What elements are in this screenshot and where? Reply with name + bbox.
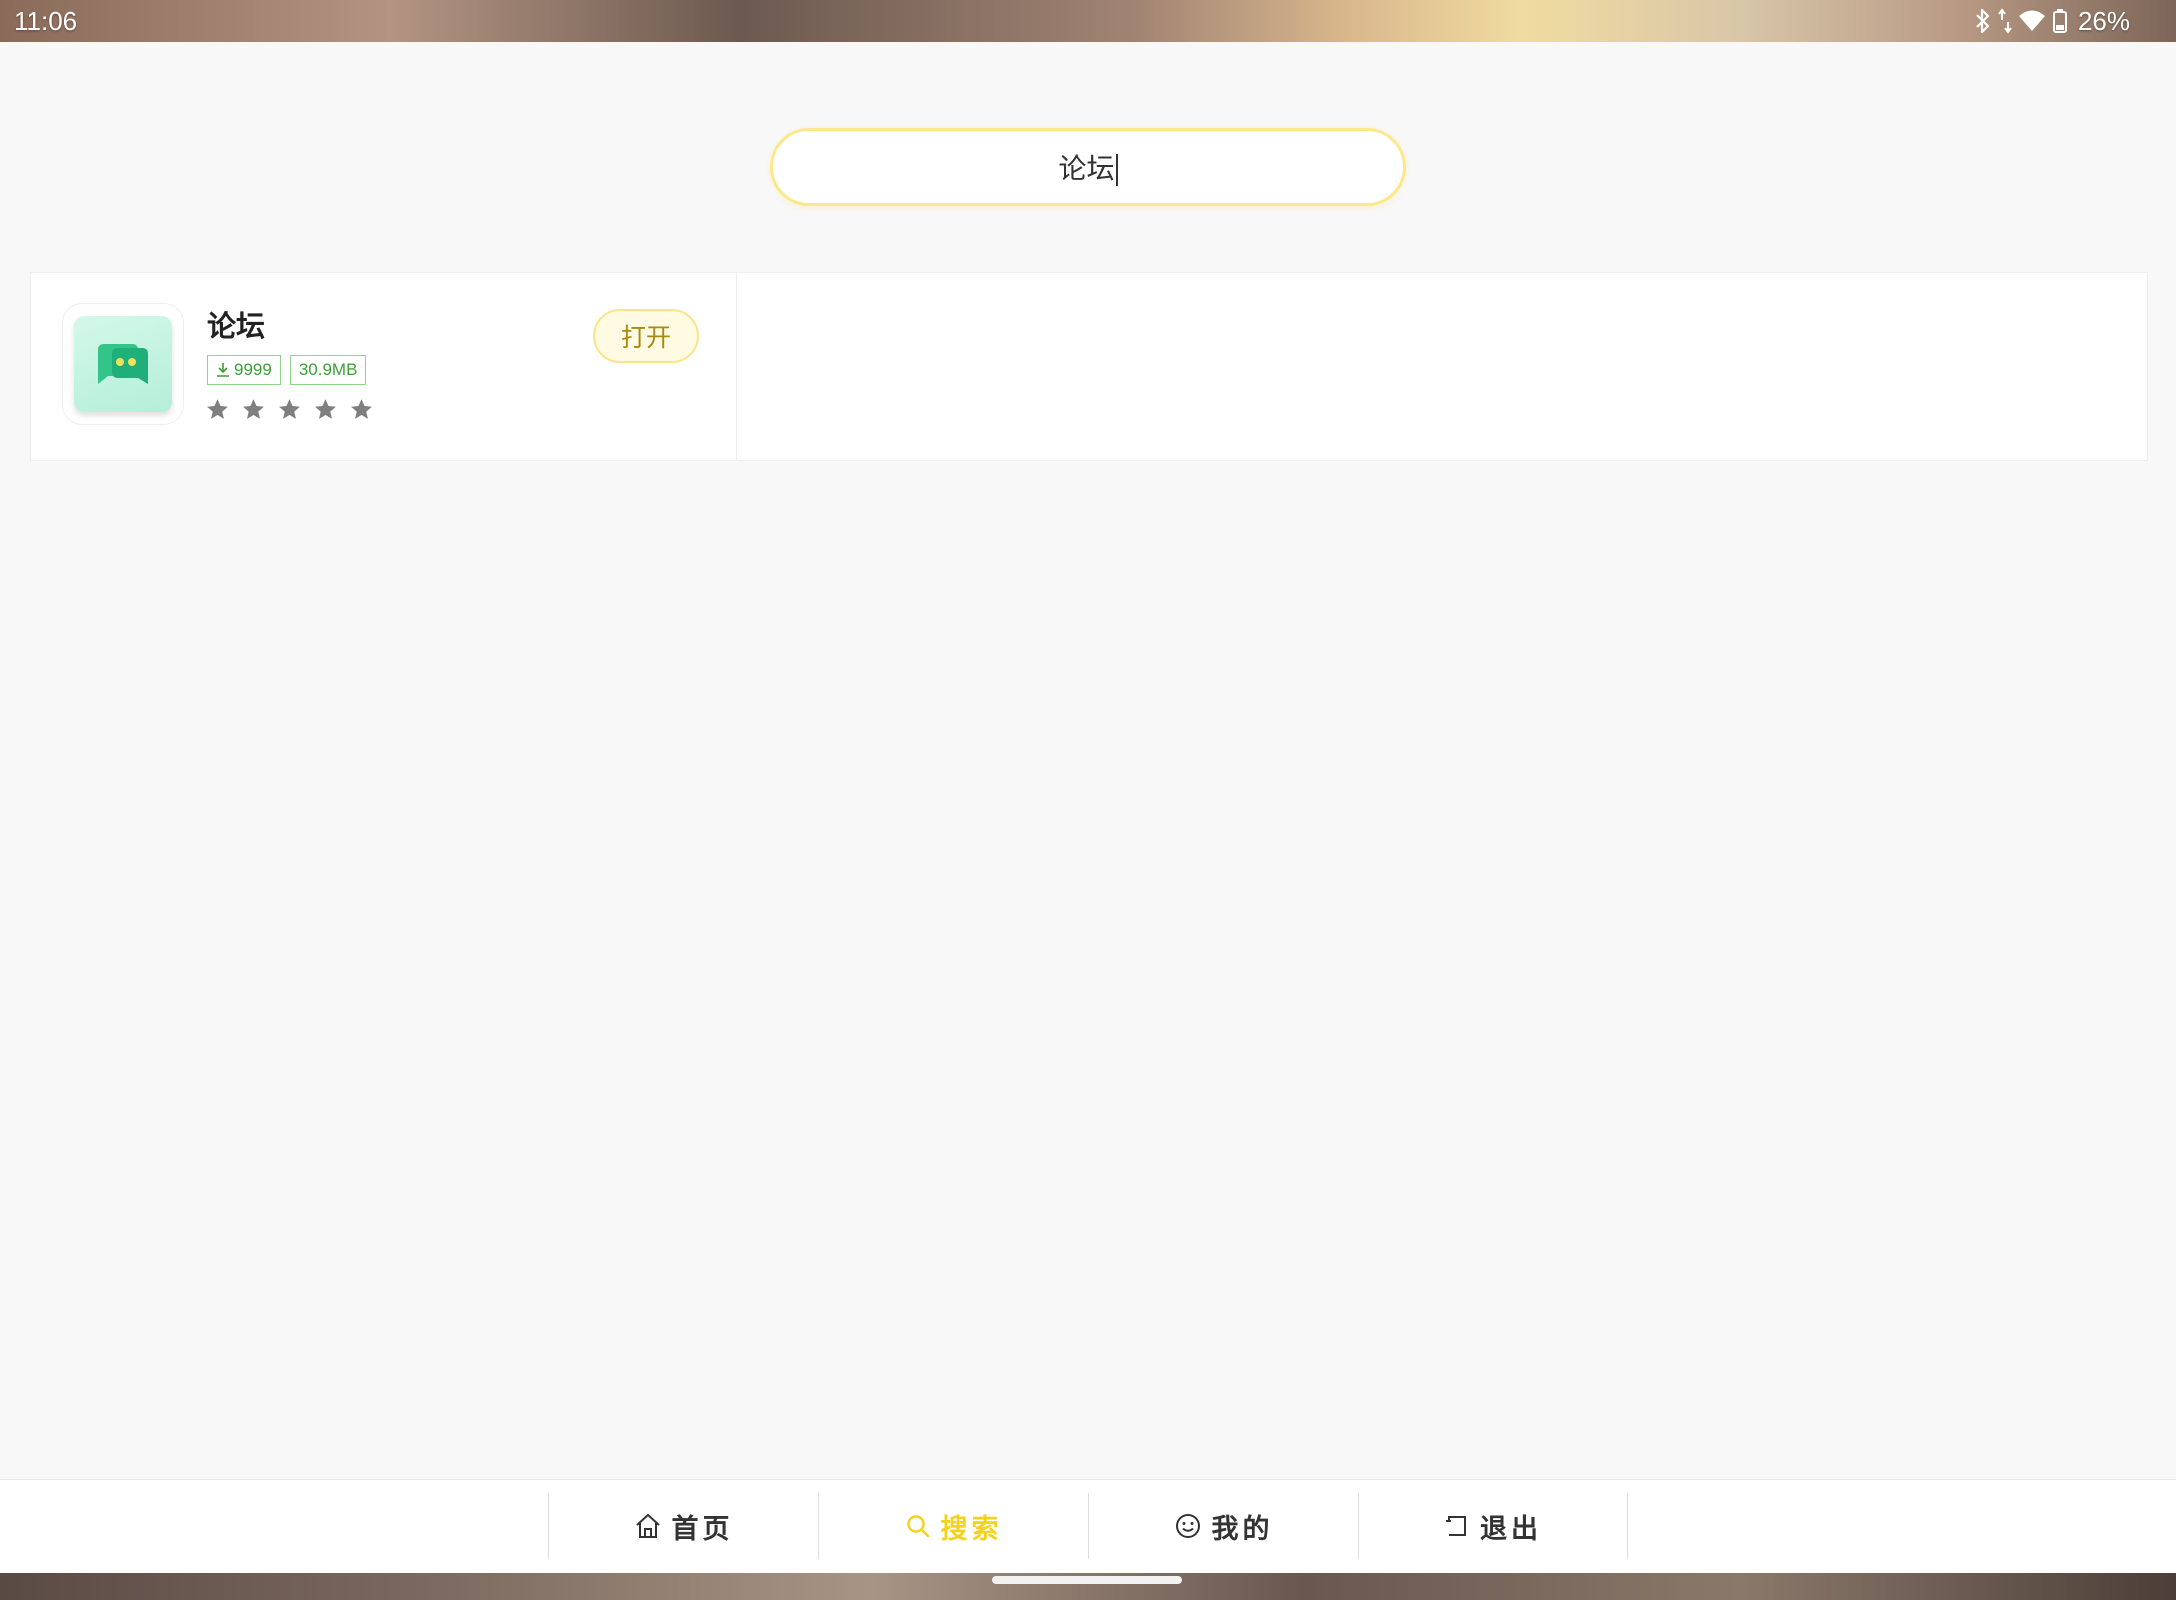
download-icon xyxy=(217,363,229,377)
star-icon xyxy=(279,399,300,419)
search-input-value: 论坛 xyxy=(1058,152,1115,185)
file-size-badge: 30.9MB xyxy=(289,355,367,385)
star-icon xyxy=(207,399,228,419)
file-size: 30.9MB xyxy=(298,360,358,379)
nav-item-search[interactable]: 搜索 xyxy=(818,1493,1088,1559)
data-arrows-icon xyxy=(1998,8,2012,34)
search-icon xyxy=(906,1515,929,1538)
star-icon xyxy=(315,399,336,419)
home-icon xyxy=(635,1513,660,1538)
battery-icon xyxy=(2052,9,2067,33)
star-icon xyxy=(351,399,372,419)
home-indicator[interactable] xyxy=(992,1576,1182,1584)
battery-percentage: 26% xyxy=(2077,5,2130,36)
status-time: 11:06 xyxy=(14,6,78,36)
text-caret xyxy=(1115,154,1118,186)
exit-icon xyxy=(1446,1516,1466,1536)
app-meta-tags: 9999 30.9MB xyxy=(207,355,367,385)
chat-bubbles-icon xyxy=(74,316,172,412)
nav-label-mine: 我的 xyxy=(1211,1513,1274,1545)
nav-label-exit: 退出 xyxy=(1480,1513,1542,1545)
nav-label-search: 搜索 xyxy=(940,1513,1003,1545)
download-count: 9999 xyxy=(234,360,272,379)
nav-item-mine[interactable]: 我的 xyxy=(1088,1493,1358,1559)
open-app-button[interactable]: 打开 xyxy=(593,309,699,363)
search-results: 论坛 9999 30.9MB 打开 xyxy=(30,272,2148,461)
rating-stars xyxy=(205,397,374,422)
status-bar: 11:06 26% xyxy=(0,0,2176,42)
nav-item-home[interactable]: 首页 xyxy=(548,1493,818,1559)
nav-label-home: 首页 xyxy=(671,1513,734,1545)
star-icon xyxy=(243,399,264,419)
status-icons: 26% xyxy=(1974,4,2130,38)
search-bar[interactable]: 论坛 xyxy=(770,128,1406,206)
nav-item-exit[interactable]: 退出 xyxy=(1358,1493,1628,1559)
download-count-badge: 9999 xyxy=(207,355,281,385)
bottom-nav: 首页 搜索 我的 退出 xyxy=(0,1479,2176,1573)
app-result-card[interactable]: 论坛 9999 30.9MB 打开 xyxy=(31,273,737,460)
app-name: 论坛 xyxy=(207,309,266,343)
search-input[interactable]: 论坛 xyxy=(1058,147,1118,187)
wifi-icon xyxy=(2018,10,2045,31)
app-icon-frame xyxy=(62,303,184,425)
bluetooth-icon xyxy=(1976,8,1990,34)
smiley-icon xyxy=(1175,1514,1200,1538)
